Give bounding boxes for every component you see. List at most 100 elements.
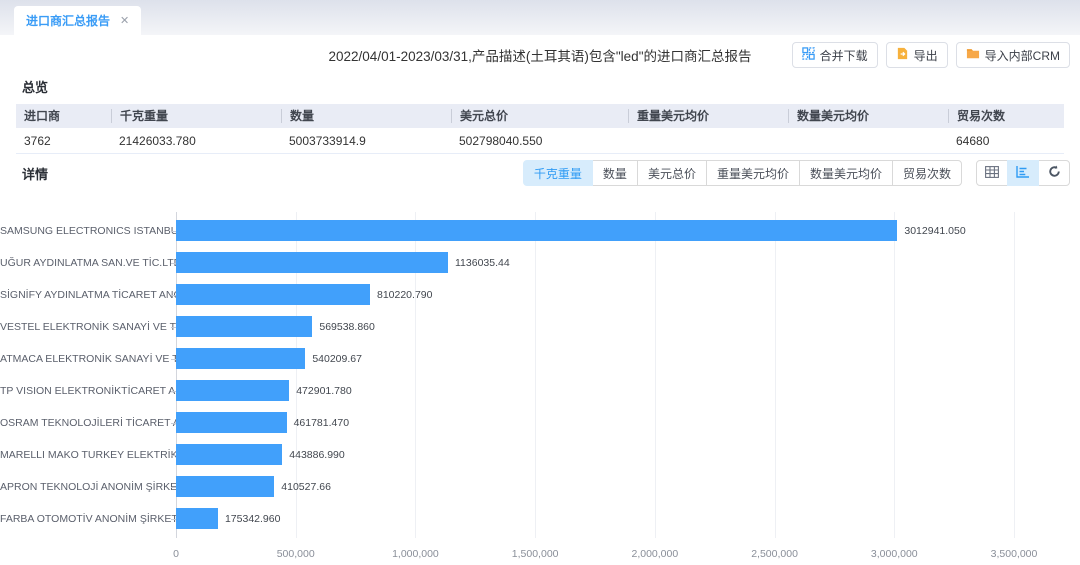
refresh-button[interactable] (1038, 160, 1070, 186)
x-tick-label-4: 2,000,000 (631, 548, 678, 560)
tab-importer-summary-report[interactable]: 进口商汇总报告 ✕ (14, 6, 141, 35)
export-button[interactable]: 导出 (886, 42, 948, 68)
import-crm-label: 导入内部CRM (985, 47, 1060, 64)
category-label: UĞUR AYDINLATMA SAN.VE TİC.LTD... (0, 257, 176, 269)
bar-value-label: 461781.470 (287, 417, 349, 429)
bar-value-label: 472901.780 (289, 385, 351, 397)
import-crm-folder-icon (966, 47, 980, 63)
refresh-icon (1048, 165, 1061, 181)
bar-chart-view-icon (1016, 166, 1030, 181)
overview-cell-3: 502798040.550 (451, 134, 628, 148)
overview-column-header-1: 千克重量 (111, 109, 281, 123)
metric-tab-4[interactable]: 数量美元均价 (799, 160, 893, 186)
chart-controls: 千克重量数量美元总价重量美元均价数量美元均价贸易次数 (523, 160, 1070, 186)
overview-table-header: 进口商千克重量数量美元总价重量美元均价数量美元均价贸易次数 (16, 104, 1064, 128)
category-label: SİGNİFY AYDINLATMA TİCARET ANO... (0, 289, 176, 301)
x-axis-tick-labels: 0500,0001,000,0001,500,0002,000,0002,500… (176, 544, 1014, 564)
metric-tab-5[interactable]: 贸易次数 (892, 160, 962, 186)
bar-track: 810220.790 (176, 279, 1014, 311)
metric-tab-2[interactable]: 美元总价 (637, 160, 707, 186)
merge-download-button[interactable]: 合并下载 (792, 42, 878, 68)
tab-bar: 进口商汇总报告 ✕ (0, 0, 1080, 35)
importer-bar-chart: 0500,0001,000,0001,500,0002,000,0002,500… (0, 212, 1080, 564)
overview-cell-2: 5003733914.9 (281, 134, 451, 148)
x-tick-label-7: 3,500,000 (991, 548, 1038, 560)
bar[interactable] (176, 476, 274, 497)
overview-cell-6: 64680 (948, 134, 1064, 148)
category-label: APRON TEKNOLOJİ ANONİM ŞİRKETİ (0, 481, 176, 493)
bar-value-label: 3012941.050 (897, 225, 965, 237)
chart-row-8: APRON TEKNOLOJİ ANONİM ŞİRKETİ410527.66 (0, 471, 1080, 503)
metric-tab-3[interactable]: 重量美元均价 (706, 160, 800, 186)
overview-column-header-2: 数量 (281, 109, 451, 123)
overview-column-header-0: 进口商 (16, 109, 111, 123)
table-view-button[interactable] (976, 160, 1008, 186)
bar[interactable] (176, 444, 282, 465)
overview-section-label: 总览 (0, 73, 1080, 102)
chart-rows: SAMSUNG ELECTRONICS ISTANBUL P... 3012941… (0, 215, 1080, 535)
bar[interactable] (176, 220, 897, 241)
bar-value-label: 810220.790 (370, 289, 432, 301)
bar-value-label: 540209.67 (305, 353, 362, 365)
overview-column-header-5: 数量美元均价 (788, 109, 948, 123)
x-tick-label-5: 2,500,000 (751, 548, 798, 560)
bar-value-label: 1136035.44 (448, 257, 510, 269)
bar[interactable] (176, 284, 370, 305)
overview-column-header-6: 贸易次数 (948, 109, 1064, 123)
chart-row-7: MARELLI MAKO TURKEY ELEKTRİK S...443886.… (0, 439, 1080, 471)
category-label: ATMACA ELEKTRONİK SANAYİ VE Tİ... (0, 353, 176, 365)
bar-track: 1136035.44 (176, 247, 1014, 279)
overview-cell-1: 21426033.780 (111, 134, 281, 148)
chart-row-4: ATMACA ELEKTRONİK SANAYİ VE Tİ... 540209.… (0, 343, 1080, 375)
chart-row-1: UĞUR AYDINLATMA SAN.VE TİC.LTD... 1136035… (0, 247, 1080, 279)
bar-track: 410527.66 (176, 471, 1014, 503)
export-icon (896, 47, 909, 63)
chart-row-0: SAMSUNG ELECTRONICS ISTANBUL P... 3012941… (0, 215, 1080, 247)
bar-track: 472901.780 (176, 375, 1014, 407)
merge-download-label: 合并下载 (820, 47, 868, 64)
overview-column-header-3: 美元总价 (451, 109, 628, 123)
detail-toolbar: 详情 千克重量数量美元总价重量美元均价数量美元均价贸易次数 (0, 156, 1080, 190)
report-panel: 2022/04/01-2023/03/31,产品描述(土耳其语)包含"led"的… (0, 35, 1080, 565)
table-view-icon (985, 166, 999, 181)
metric-tab-1[interactable]: 数量 (592, 160, 638, 186)
overview-column-header-4: 重量美元均价 (628, 109, 788, 123)
bar-track: 443886.990 (176, 439, 1014, 471)
view-segmented-control (976, 160, 1070, 186)
import-crm-button[interactable]: 导入内部CRM (956, 42, 1070, 68)
bar-track: 461781.470 (176, 407, 1014, 439)
bar-track: 569538.860 (176, 311, 1014, 343)
tab-label: 进口商汇总报告 (26, 12, 110, 29)
chart-row-2: SİGNİFY AYDINLATMA TİCARET ANO... 810220.… (0, 279, 1080, 311)
category-label: VESTEL ELEKTRONİK SANAYİ VE Tİ... (0, 321, 176, 333)
overview-table-row: 376221426033.7805003733914.9502798040.55… (16, 128, 1064, 154)
category-label: FARBA OTOMOTİV ANONİM ŞİRKETİ (0, 513, 176, 525)
bar-track: 3012941.050 (176, 215, 1014, 247)
bar-value-label: 569538.860 (312, 321, 374, 333)
x-tick-label-2: 1,000,000 (392, 548, 439, 560)
bar-track: 540209.67 (176, 343, 1014, 375)
bar[interactable] (176, 508, 218, 529)
bar[interactable] (176, 380, 289, 401)
bar-chart-view-button[interactable] (1007, 160, 1039, 186)
category-label: MARELLI MAKO TURKEY ELEKTRİK S... (0, 449, 176, 461)
x-tick-label-1: 500,000 (277, 548, 315, 560)
export-label: 导出 (914, 47, 938, 64)
overview-table: 进口商千克重量数量美元总价重量美元均价数量美元均价贸易次数 3762214260… (16, 104, 1064, 154)
category-label: TP VISION ELEKTRONİKTİCARET AN... (0, 385, 176, 397)
bar[interactable] (176, 252, 448, 273)
chart-row-6: OSRAM TEKNOLOJİLERİ TİCARET AN... 461781.… (0, 407, 1080, 439)
bar[interactable] (176, 348, 305, 369)
tab-close-icon[interactable]: ✕ (120, 14, 129, 27)
merge-download-icon (802, 47, 815, 63)
report-header: 2022/04/01-2023/03/31,产品描述(土耳其语)包含"led"的… (0, 35, 1080, 73)
category-label: SAMSUNG ELECTRONICS ISTANBUL P... (0, 225, 176, 237)
x-tick-label-6: 3,000,000 (871, 548, 918, 560)
category-label: OSRAM TEKNOLOJİLERİ TİCARET AN... (0, 417, 176, 429)
bar[interactable] (176, 316, 312, 337)
metric-segmented-control: 千克重量数量美元总价重量美元均价数量美元均价贸易次数 (523, 160, 962, 186)
metric-tab-0[interactable]: 千克重量 (523, 160, 593, 186)
header-actions: 合并下载 导出 导入内部CRM (792, 42, 1070, 68)
bar[interactable] (176, 412, 287, 433)
bar-value-label: 175342.960 (218, 513, 280, 525)
